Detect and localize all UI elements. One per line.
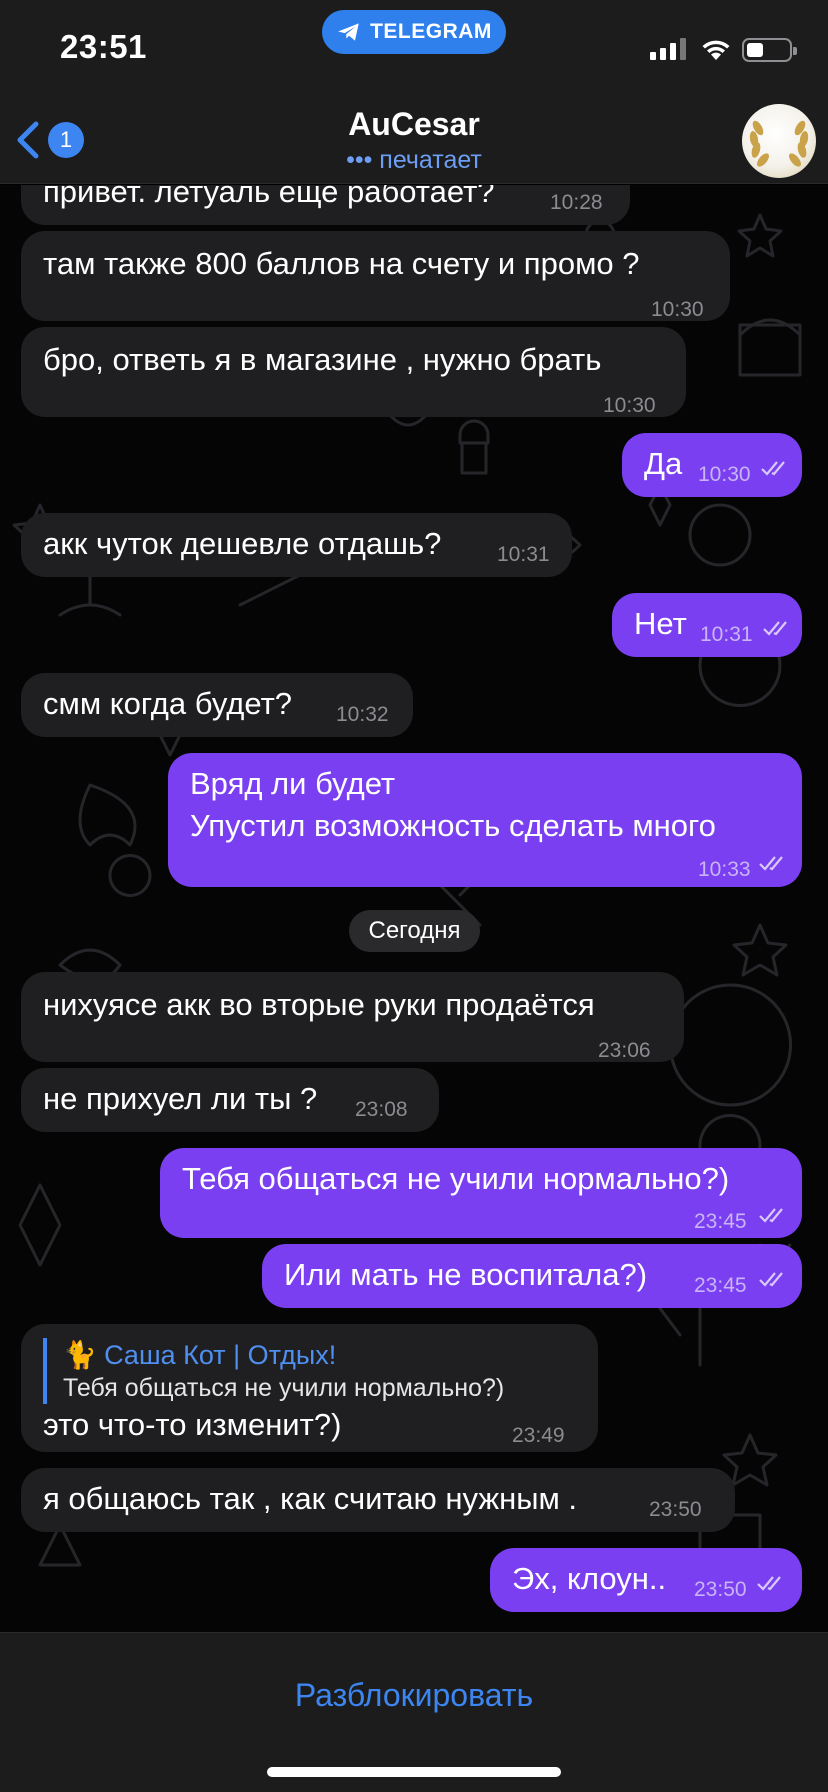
chat-title[interactable]: AuCesar xyxy=(0,106,828,143)
message-time: 23:08 xyxy=(355,1098,408,1121)
message-outgoing[interactable]: Эх, клоун.. 23:50 xyxy=(490,1548,802,1612)
typing-status: ••• печатает xyxy=(346,146,482,174)
reply-quote[interactable]: 🐈 Саша Кот | Отдых! Тебя общаться не учи… xyxy=(43,1338,504,1404)
double-check-icon xyxy=(759,1272,783,1287)
message-text: Или мать не воспитала?) xyxy=(284,1257,648,1292)
message-text: Эх, клоун.. xyxy=(512,1561,667,1596)
home-indicator[interactable] xyxy=(267,1767,561,1777)
chat-area[interactable]: привет. летуаль еще работает? 10:28 там … xyxy=(0,185,828,1632)
telegram-pill-label: TELEGRAM xyxy=(370,20,492,43)
message-text: смм когда будет? xyxy=(43,686,293,721)
message-incoming[interactable]: нихуясе акк во вторые руки продаётся 23:… xyxy=(21,972,684,1062)
signal-icon xyxy=(650,38,686,60)
message-text: нихуясе акк во вторые руки продаётся xyxy=(43,987,595,1022)
message-incoming[interactable]: не прихуел ли ты ? 23:08 xyxy=(21,1068,439,1132)
message-outgoing[interactable]: Нет 10:31 xyxy=(612,593,802,657)
avatar[interactable] xyxy=(742,104,816,178)
double-check-icon xyxy=(761,461,785,476)
message-time: 23:49 xyxy=(512,1424,565,1447)
message-text: бро, ответь я в магазине , нужно брать xyxy=(43,342,602,377)
message-outgoing[interactable]: Вряд ли будет Упустил возможность сделат… xyxy=(168,753,802,887)
status-bar: 23:51 TELEGRAM xyxy=(0,0,828,100)
message-time: 23:06 xyxy=(598,1039,651,1062)
message-time: 23:50 xyxy=(649,1498,702,1521)
message-outgoing[interactable]: Или мать не воспитала?) 23:45 xyxy=(262,1244,802,1308)
message-time: 10:32 xyxy=(336,703,389,726)
message-text: это что-то изменит?) xyxy=(43,1407,342,1442)
message-outgoing[interactable]: Да 10:30 xyxy=(622,433,802,497)
double-check-icon xyxy=(763,621,787,636)
message-text: Да xyxy=(644,446,683,481)
status-time: 23:51 xyxy=(60,28,147,65)
message-incoming-reply[interactable]: 🐈 Саша Кот | Отдых! Тебя общаться не учи… xyxy=(21,1324,598,1452)
message-time: 10:33 xyxy=(698,858,751,881)
message-incoming[interactable]: я общаюсь так , как считаю нужным . 23:5… xyxy=(21,1468,735,1532)
message-text: акк чуток дешевле отдашь? xyxy=(43,526,442,561)
message-text: Тебя общаться не учили нормально?) xyxy=(182,1161,730,1196)
message-time: 23:50 xyxy=(694,1578,747,1601)
laurel-wreath-icon xyxy=(749,120,809,167)
wifi-icon xyxy=(702,40,730,60)
message-incoming[interactable]: там также 800 баллов на счету и промо ? … xyxy=(21,231,730,321)
message-time: 10:30 xyxy=(651,298,704,321)
message-incoming[interactable]: привет. летуаль еще работает? 10:28 xyxy=(21,185,630,225)
chat-header: 1 AuCesar ••• печатает xyxy=(0,100,828,184)
telegram-pill[interactable]: TELEGRAM xyxy=(322,10,506,54)
reply-author: 🐈 Саша Кот | Отдых! xyxy=(63,1340,337,1370)
message-time: 10:31 xyxy=(700,623,753,646)
unblock-button[interactable]: Разблокировать xyxy=(0,1677,828,1714)
message-text: Нет xyxy=(634,606,687,641)
message-incoming[interactable]: акк чуток дешевле отдашь? 10:31 xyxy=(21,513,572,577)
date-separator: Сегодня xyxy=(349,910,480,952)
message-time: 10:30 xyxy=(603,394,656,417)
message-text: не прихуел ли ты ? xyxy=(43,1081,318,1116)
double-check-icon xyxy=(759,1208,783,1223)
message-incoming[interactable]: смм когда будет? 10:32 xyxy=(21,673,413,737)
message-time: 23:45 xyxy=(694,1274,747,1297)
reply-text: Тебя общаться не учили нормально?) xyxy=(63,1374,505,1402)
double-check-icon xyxy=(757,1576,781,1591)
battery-icon xyxy=(742,38,797,62)
double-check-icon xyxy=(759,856,783,871)
message-text-line: Упустил возможность сделать много xyxy=(190,808,716,843)
message-time: 10:28 xyxy=(550,191,603,214)
message-text: там также 800 баллов на счету и промо ? xyxy=(43,246,640,281)
message-time: 23:45 xyxy=(694,1210,747,1233)
message-incoming[interactable]: бро, ответь я в магазине , нужно брать 1… xyxy=(21,327,686,417)
telegram-icon xyxy=(338,23,359,41)
message-text: привет. летуаль еще работает? xyxy=(43,185,495,209)
bottom-bar: Разблокировать xyxy=(0,1632,828,1792)
message-time: 10:31 xyxy=(497,543,550,566)
message-time: 10:30 xyxy=(698,463,751,486)
message-text: я общаюсь так , как считаю нужным . xyxy=(43,1481,578,1516)
message-outgoing[interactable]: Тебя общаться не учили нормально?) 23:45 xyxy=(160,1148,802,1238)
message-text-line: Вряд ли будет xyxy=(190,766,396,801)
